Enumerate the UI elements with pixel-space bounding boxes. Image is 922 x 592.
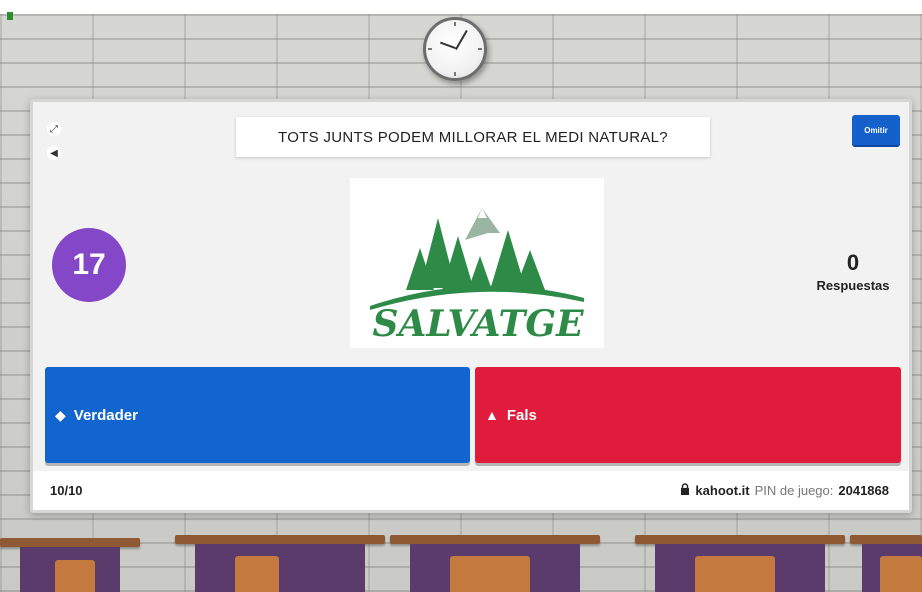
top-strip — [0, 0, 922, 14]
minute-hand — [455, 29, 468, 50]
wall-clock — [423, 17, 487, 81]
answer-label: Verdader — [73, 406, 138, 424]
countdown-timer: 17 — [52, 228, 126, 302]
lock-icon — [680, 483, 690, 498]
expand-icon[interactable]: ⤢ — [47, 122, 61, 136]
pin-code: 2041868 — [838, 483, 889, 498]
answer-label: Fals — [506, 406, 537, 424]
site-name: kahoot.it — [695, 483, 750, 498]
pin-label: PIN de juego: — [754, 483, 834, 498]
answers-count-value: 0 — [846, 250, 860, 275]
answers-count-label: Respuestas — [816, 278, 890, 293]
salvatge-logo: SALVATGE — [370, 208, 584, 345]
answer-option-true[interactable]: ◆ Verdader — [45, 367, 470, 463]
hour-hand — [439, 41, 456, 49]
answers-counter: 0 Respuestas — [803, 250, 903, 293]
game-board: ⤢ ◀ TOTS JUNTS PODEM MILLORAR EL MEDI NA… — [30, 99, 912, 513]
question-progress: 10/10 — [50, 483, 83, 498]
logo-text: SALVATGE — [372, 303, 584, 345]
diamond-icon: ◆ — [55, 406, 66, 423]
footer-bar: 10/10 kahoot.it PIN de juego: 2041868 — [33, 471, 909, 510]
question-text: TOTS JUNTS PODEM MILLORAR EL MEDI NATURA… — [236, 117, 710, 157]
triangle-icon: ▲ — [485, 407, 499, 423]
sound-icon[interactable]: ◀ — [47, 146, 61, 160]
skip-button[interactable]: Omitir — [852, 115, 900, 145]
answer-option-false[interactable]: ▲ Fals — [475, 367, 901, 463]
window-marker — [7, 12, 13, 20]
classroom-desks — [0, 520, 922, 592]
question-image: SALVATGE — [350, 178, 604, 348]
game-pin-info: kahoot.it PIN de juego: 2041868 — [680, 483, 889, 498]
